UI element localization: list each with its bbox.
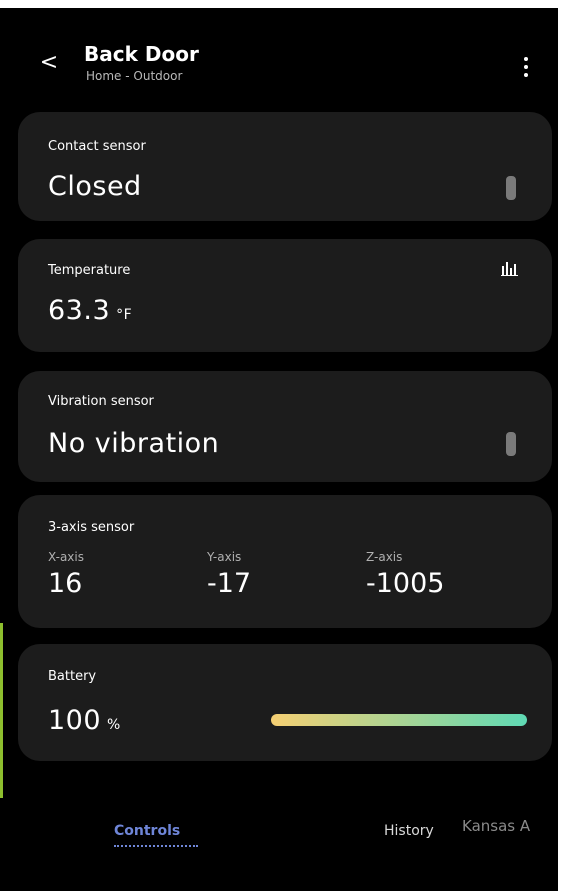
tab-history[interactable]: History xyxy=(384,822,434,840)
vibration-sensor-indicator xyxy=(506,432,516,456)
three-axis-sensor-label: 3-axis sensor xyxy=(48,520,135,535)
z-axis-label: Z-axis xyxy=(366,550,403,564)
app-screen: < Back Door Home - Outdoor Contact senso… xyxy=(0,8,558,891)
battery-card[interactable]: Battery 100% xyxy=(18,644,552,761)
y-axis-label: Y-axis xyxy=(207,550,242,564)
side-accent-strip xyxy=(0,623,3,798)
back-button[interactable]: < xyxy=(38,49,60,77)
temperature-card[interactable]: Temperature 63.3 °F xyxy=(18,239,552,352)
contact-sensor-label: Contact sensor xyxy=(48,139,146,154)
x-axis-group: X-axis 16 xyxy=(48,549,84,601)
z-axis-value: -1005 xyxy=(366,568,445,599)
tab-controls[interactable]: Controls xyxy=(114,822,180,840)
page-title: Back Door xyxy=(84,42,199,66)
contact-sensor-card[interactable]: Contact sensor Closed xyxy=(18,112,552,221)
more-vertical-icon[interactable] xyxy=(516,55,536,79)
contact-sensor-value: Closed xyxy=(48,171,142,202)
vibration-sensor-value: No vibration xyxy=(48,428,220,459)
y-axis-group: Y-axis -17 xyxy=(207,549,251,601)
bar-chart-icon[interactable] xyxy=(501,260,521,276)
temperature-reading: 63.3 °F xyxy=(48,294,132,332)
temperature-label: Temperature xyxy=(48,263,131,278)
z-axis-group: Z-axis -1005 xyxy=(366,549,444,601)
temperature-unit: °F xyxy=(116,307,133,323)
vibration-sensor-card[interactable]: Vibration sensor No vibration xyxy=(18,371,552,482)
watermark-text: Kansas A xyxy=(462,817,531,835)
y-axis-value: -17 xyxy=(207,568,252,599)
tab-controls-indicator xyxy=(114,845,198,847)
battery-unit: % xyxy=(107,717,121,733)
x-axis-label: X-axis xyxy=(48,550,84,564)
battery-label: Battery xyxy=(48,669,97,684)
battery-reading: 100% xyxy=(48,704,121,742)
app-header: < Back Door Home - Outdoor xyxy=(0,8,558,108)
contact-sensor-indicator xyxy=(506,176,516,200)
x-axis-value: 16 xyxy=(48,568,83,599)
battery-value: 100 xyxy=(48,705,102,736)
temperature-value: 63.3 xyxy=(48,295,111,326)
page-subtitle: Home - Outdoor xyxy=(86,69,183,83)
vibration-sensor-label: Vibration sensor xyxy=(48,394,154,409)
battery-level-bar xyxy=(271,714,527,726)
three-axis-sensor-card[interactable]: 3-axis sensor X-axis 16 Y-axis -17 Z-axi… xyxy=(18,495,552,628)
